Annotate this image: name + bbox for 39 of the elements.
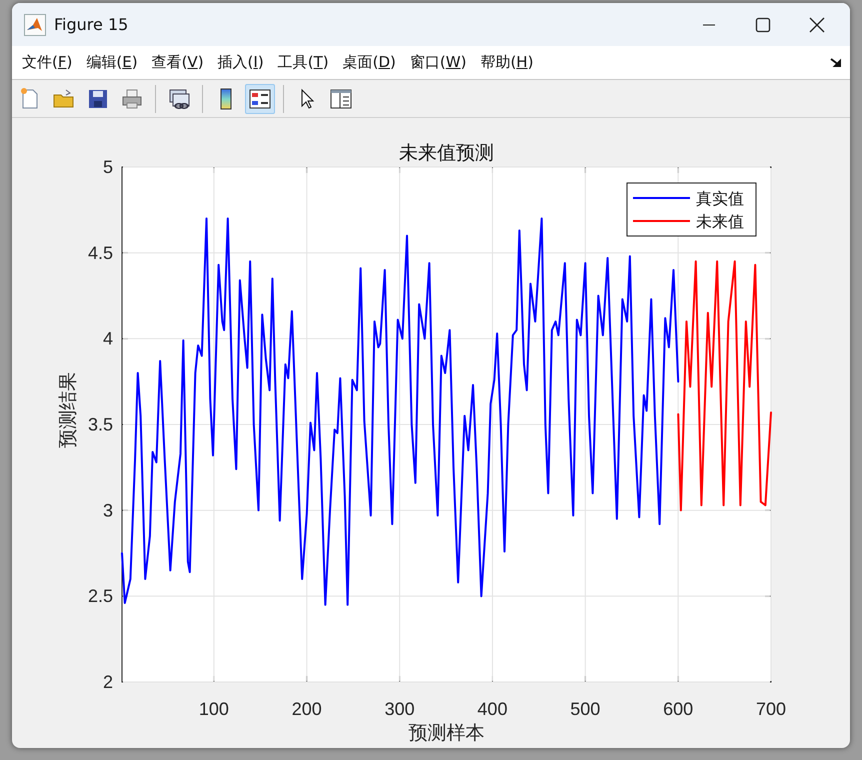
chart-title: 未来值预测 [399,142,494,164]
menu-item[interactable]: 工具(T) [270,51,336,74]
menu-item[interactable]: 编辑(E) [79,51,145,74]
axis-label: 预测结果 [57,372,79,448]
tick-label: 300 [384,699,415,719]
tick-label: 4 [102,328,113,349]
tick-label: 3 [102,500,113,520]
linked-windows-icon [167,86,191,110]
property-inspector-icon [329,86,353,110]
folder-icon [52,86,76,110]
menu-item[interactable]: 窗口(W) [402,51,474,74]
tick-label: 500 [570,699,600,719]
menu-item[interactable]: 帮助(H) [473,51,540,74]
tick-label: 2 [102,672,113,692]
legend-icon [248,86,272,110]
axis-label: 预测样本 [408,722,484,744]
window-title: Figure 15 [54,14,130,36]
tick-label: 4.5 [88,242,113,263]
tick-label: 400 [477,699,508,719]
printer-icon [120,86,144,110]
minimize-icon [702,24,716,26]
menu-item[interactable]: 文件(F) [15,51,80,74]
tick-label: 600 [663,699,694,719]
legend-button[interactable] [245,84,275,114]
tick-label: 100 [198,699,229,719]
app-icon [24,14,46,36]
menu-item[interactable]: 插入(I) [210,51,271,74]
tick-label: 2.5 [88,586,113,606]
tick-label: 5 [102,157,113,177]
tick-label: 3.5 [88,414,113,434]
tick-label: 700 [756,699,786,719]
legend-label: 未来值 [696,212,744,231]
close-icon [809,16,825,32]
tick-label: 200 [292,699,322,719]
dock-icon[interactable] [830,56,842,68]
legend-label: 真实值 [696,189,744,208]
menu-item[interactable]: 桌面(D) [336,51,403,74]
maximize-icon [755,16,771,32]
menu-item[interactable]: 查看(V) [144,51,211,74]
